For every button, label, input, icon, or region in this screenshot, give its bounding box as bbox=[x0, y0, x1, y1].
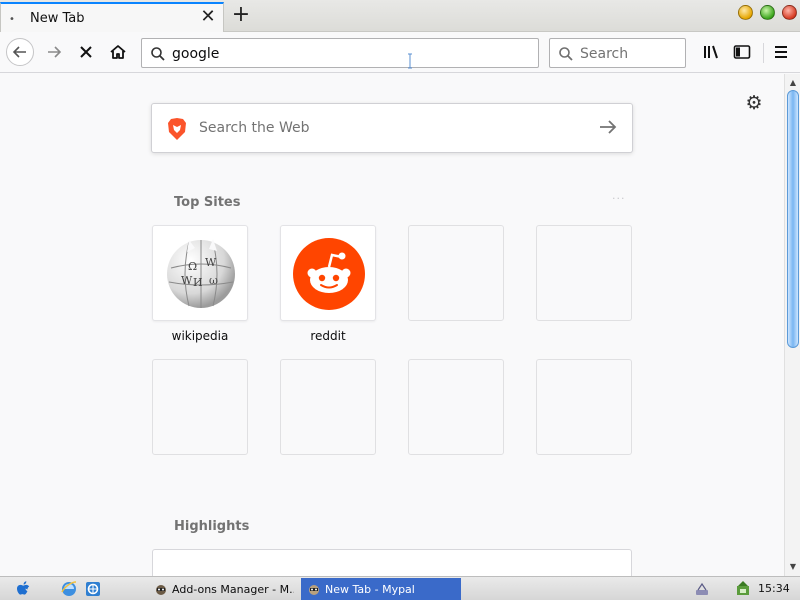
close-window-button[interactable] bbox=[782, 5, 797, 20]
svg-text:ω: ω bbox=[209, 274, 218, 287]
url-input[interactable]: google bbox=[172, 46, 219, 62]
network-icon bbox=[696, 582, 708, 595]
top-sites-more-icon[interactable]: ··· bbox=[612, 192, 626, 205]
new-tab-button[interactable]: + bbox=[230, 4, 252, 26]
top-sites-heading: Top Sites bbox=[174, 195, 241, 210]
library-button[interactable] bbox=[697, 38, 725, 66]
top-site-label-wikipedia[interactable]: wikipedia bbox=[152, 329, 248, 343]
sidebar-icon bbox=[733, 45, 751, 59]
search-bar[interactable]: Search bbox=[549, 38, 686, 68]
internet-explorer-icon bbox=[61, 581, 77, 596]
update-icon bbox=[737, 581, 749, 595]
taskbar-task-new-tab[interactable]: New Tab - Mypal bbox=[301, 578, 461, 600]
hamburger-menu-icon bbox=[775, 46, 787, 58]
sidebar-button[interactable] bbox=[728, 38, 756, 66]
search-icon bbox=[151, 47, 165, 61]
wikipedia-icon: Ω WИ ωW bbox=[167, 239, 235, 308]
svg-text:И: И bbox=[193, 276, 203, 289]
svg-text:W: W bbox=[205, 256, 217, 269]
search-input[interactable]: Search bbox=[580, 46, 628, 62]
start-button[interactable] bbox=[14, 579, 34, 599]
top-site-tile-empty[interactable] bbox=[408, 359, 504, 455]
maximize-button[interactable] bbox=[760, 5, 775, 20]
navigation-toolbar: google Search bbox=[0, 33, 800, 73]
highlights-heading: Highlights bbox=[174, 519, 250, 534]
scrollbar-thumb[interactable] bbox=[787, 90, 799, 348]
top-site-tile-wikipedia[interactable]: ΩWИωW bbox=[152, 225, 248, 321]
scroll-down-arrow-icon[interactable]: ▼ bbox=[785, 560, 800, 574]
top-site-tile-reddit[interactable] bbox=[280, 225, 376, 321]
web-search-input[interactable]: Search the Web bbox=[199, 120, 310, 136]
gear-icon[interactable]: ⚙ bbox=[744, 93, 764, 113]
scroll-up-arrow-icon[interactable]: ▲ bbox=[785, 76, 800, 90]
top-site-tile-empty[interactable] bbox=[280, 359, 376, 455]
back-arrow-icon bbox=[12, 46, 26, 58]
top-site-tile-empty[interactable] bbox=[536, 359, 632, 455]
top-site-tile-empty[interactable] bbox=[408, 225, 504, 321]
web-search-box[interactable]: Search the Web bbox=[151, 103, 633, 153]
reddit-icon bbox=[293, 238, 365, 310]
apple-logo-icon bbox=[17, 581, 30, 595]
raccoon-icon bbox=[309, 585, 319, 595]
tab-new-tab[interactable]: • New Tab ✕ bbox=[0, 2, 224, 32]
tab-title: New Tab bbox=[30, 11, 85, 26]
menu-button[interactable] bbox=[767, 38, 795, 66]
tab-close-icon[interactable]: ✕ bbox=[199, 8, 217, 26]
arrow-right-icon[interactable] bbox=[598, 117, 618, 137]
top-site-tile-empty[interactable] bbox=[152, 359, 248, 455]
minimize-button[interactable] bbox=[738, 5, 753, 20]
stop-icon bbox=[80, 46, 92, 58]
highlight-card[interactable] bbox=[152, 549, 632, 576]
forward-arrow-icon bbox=[48, 46, 62, 58]
tray-update-icon[interactable] bbox=[734, 579, 752, 599]
library-icon bbox=[704, 45, 718, 59]
svg-text:Ω: Ω bbox=[188, 260, 197, 273]
quicklaunch-browser-button[interactable] bbox=[84, 579, 102, 599]
forward-button[interactable] bbox=[40, 38, 68, 66]
taskbar: Add-ons Manager - M... New Tab - Mypal 1… bbox=[0, 576, 800, 600]
url-bar[interactable]: google bbox=[141, 38, 539, 68]
task-label: Add-ons Manager - M... bbox=[172, 582, 294, 596]
raccoon-icon bbox=[156, 585, 166, 595]
stop-button[interactable] bbox=[72, 38, 100, 66]
task-label: New Tab - Mypal bbox=[325, 582, 415, 596]
text-cursor-icon bbox=[408, 53, 412, 69]
vertical-scrollbar[interactable]: ▲ ▼ bbox=[784, 74, 800, 576]
home-button[interactable] bbox=[104, 38, 132, 66]
quicklaunch-ie-button[interactable] bbox=[60, 579, 78, 599]
tab-strip: • New Tab ✕ + bbox=[0, 0, 800, 32]
taskbar-task-addons-manager[interactable]: Add-ons Manager - M... bbox=[148, 578, 294, 600]
tab-favicon: • bbox=[9, 14, 15, 25]
new-tab-page: ⚙ Search the Web Top Sites ··· ΩWИωW wik… bbox=[0, 74, 784, 576]
browser-icon bbox=[86, 582, 100, 596]
brave-lion-icon bbox=[168, 118, 186, 140]
tray-network-icon[interactable] bbox=[694, 579, 710, 599]
search-icon bbox=[559, 47, 573, 61]
toolbar-separator bbox=[763, 43, 764, 63]
back-button[interactable] bbox=[6, 38, 34, 66]
top-site-label-reddit[interactable]: reddit bbox=[280, 329, 376, 343]
home-icon bbox=[110, 45, 126, 59]
clock[interactable]: 15:34 bbox=[758, 582, 790, 595]
top-site-tile-empty[interactable] bbox=[536, 225, 632, 321]
svg-text:W: W bbox=[181, 274, 193, 287]
